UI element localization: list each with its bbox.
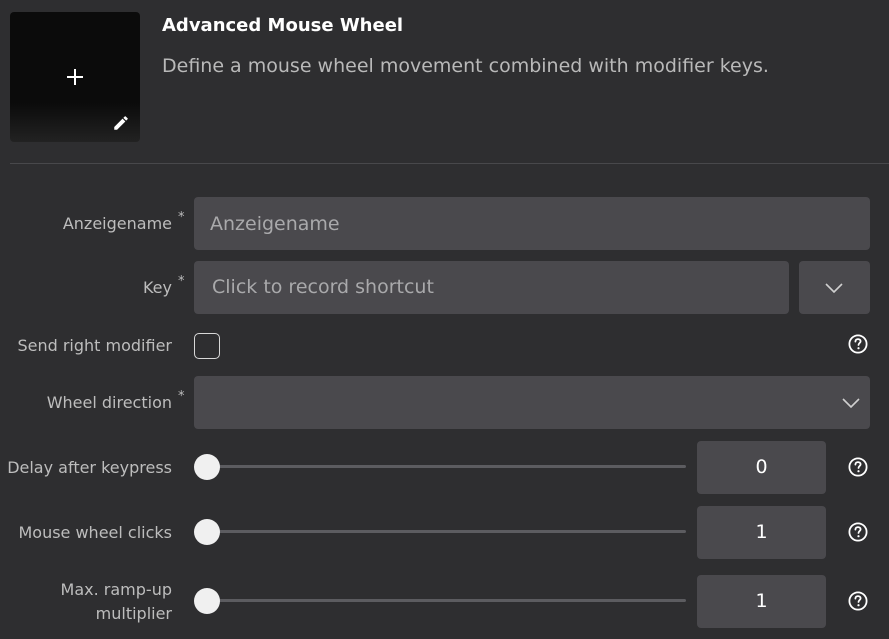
mouse-wheel-clicks-slider-thumb[interactable]: [194, 519, 220, 545]
header: Advanced Mouse Wheel Define a mouse whee…: [0, 0, 889, 164]
mouse-wheel-clicks-value-input[interactable]: 1: [697, 506, 826, 559]
wheel-direction-select[interactable]: [194, 376, 870, 429]
delay-after-keypress-value-input[interactable]: 0: [697, 441, 826, 494]
wheel-direction-required-mark: *: [178, 389, 185, 404]
display-name-label: Anzeigename: [62, 214, 172, 233]
max-rampup-multiplier-slider-thumb[interactable]: [194, 588, 220, 614]
shortcut-recorder-field[interactable]: Click to record shortcut: [194, 261, 789, 314]
mouse-wheel-clicks-slider-track[interactable]: [206, 530, 686, 533]
display-name-input[interactable]: [194, 197, 870, 250]
key-options-dropdown-button[interactable]: [799, 261, 870, 314]
pencil-icon[interactable]: [112, 114, 130, 132]
question-circle-icon[interactable]: [848, 522, 868, 542]
shortcut-recorder-placeholder: Click to record shortcut: [212, 276, 434, 298]
mouse-wheel-clicks-label: Mouse wheel clicks: [18, 523, 172, 542]
chevron-down-icon: [825, 283, 843, 293]
plus-icon: [67, 69, 83, 85]
max-rampup-multiplier-value-input[interactable]: 1: [697, 575, 826, 628]
key-required-mark: *: [178, 274, 185, 289]
max-rampup-multiplier-label-line1: Max. ramp-up: [60, 580, 172, 599]
page-title: Advanced Mouse Wheel: [162, 15, 404, 36]
chevron-down-icon: [842, 398, 860, 408]
send-right-modifier-checkbox[interactable]: [194, 333, 220, 359]
send-right-modifier-label: Send right modifier: [17, 336, 172, 355]
question-circle-icon[interactable]: [848, 334, 868, 354]
max-rampup-multiplier-slider-track[interactable]: [206, 599, 686, 602]
wheel-direction-label: Wheel direction: [46, 393, 172, 412]
max-rampup-multiplier-label-line2: multiplier: [95, 604, 172, 623]
header-divider: [10, 163, 889, 164]
question-circle-icon[interactable]: [848, 457, 868, 477]
display-name-required-mark: *: [178, 210, 185, 225]
delay-after-keypress-label: Delay after keypress: [7, 458, 172, 477]
delay-after-keypress-slider-thumb[interactable]: [194, 454, 220, 480]
page-description: Define a mouse wheel movement combined w…: [162, 55, 769, 77]
delay-after-keypress-slider-track[interactable]: [206, 465, 686, 468]
action-icon-tile[interactable]: [10, 12, 140, 142]
key-label: Key: [142, 278, 172, 297]
question-circle-icon[interactable]: [848, 591, 868, 611]
